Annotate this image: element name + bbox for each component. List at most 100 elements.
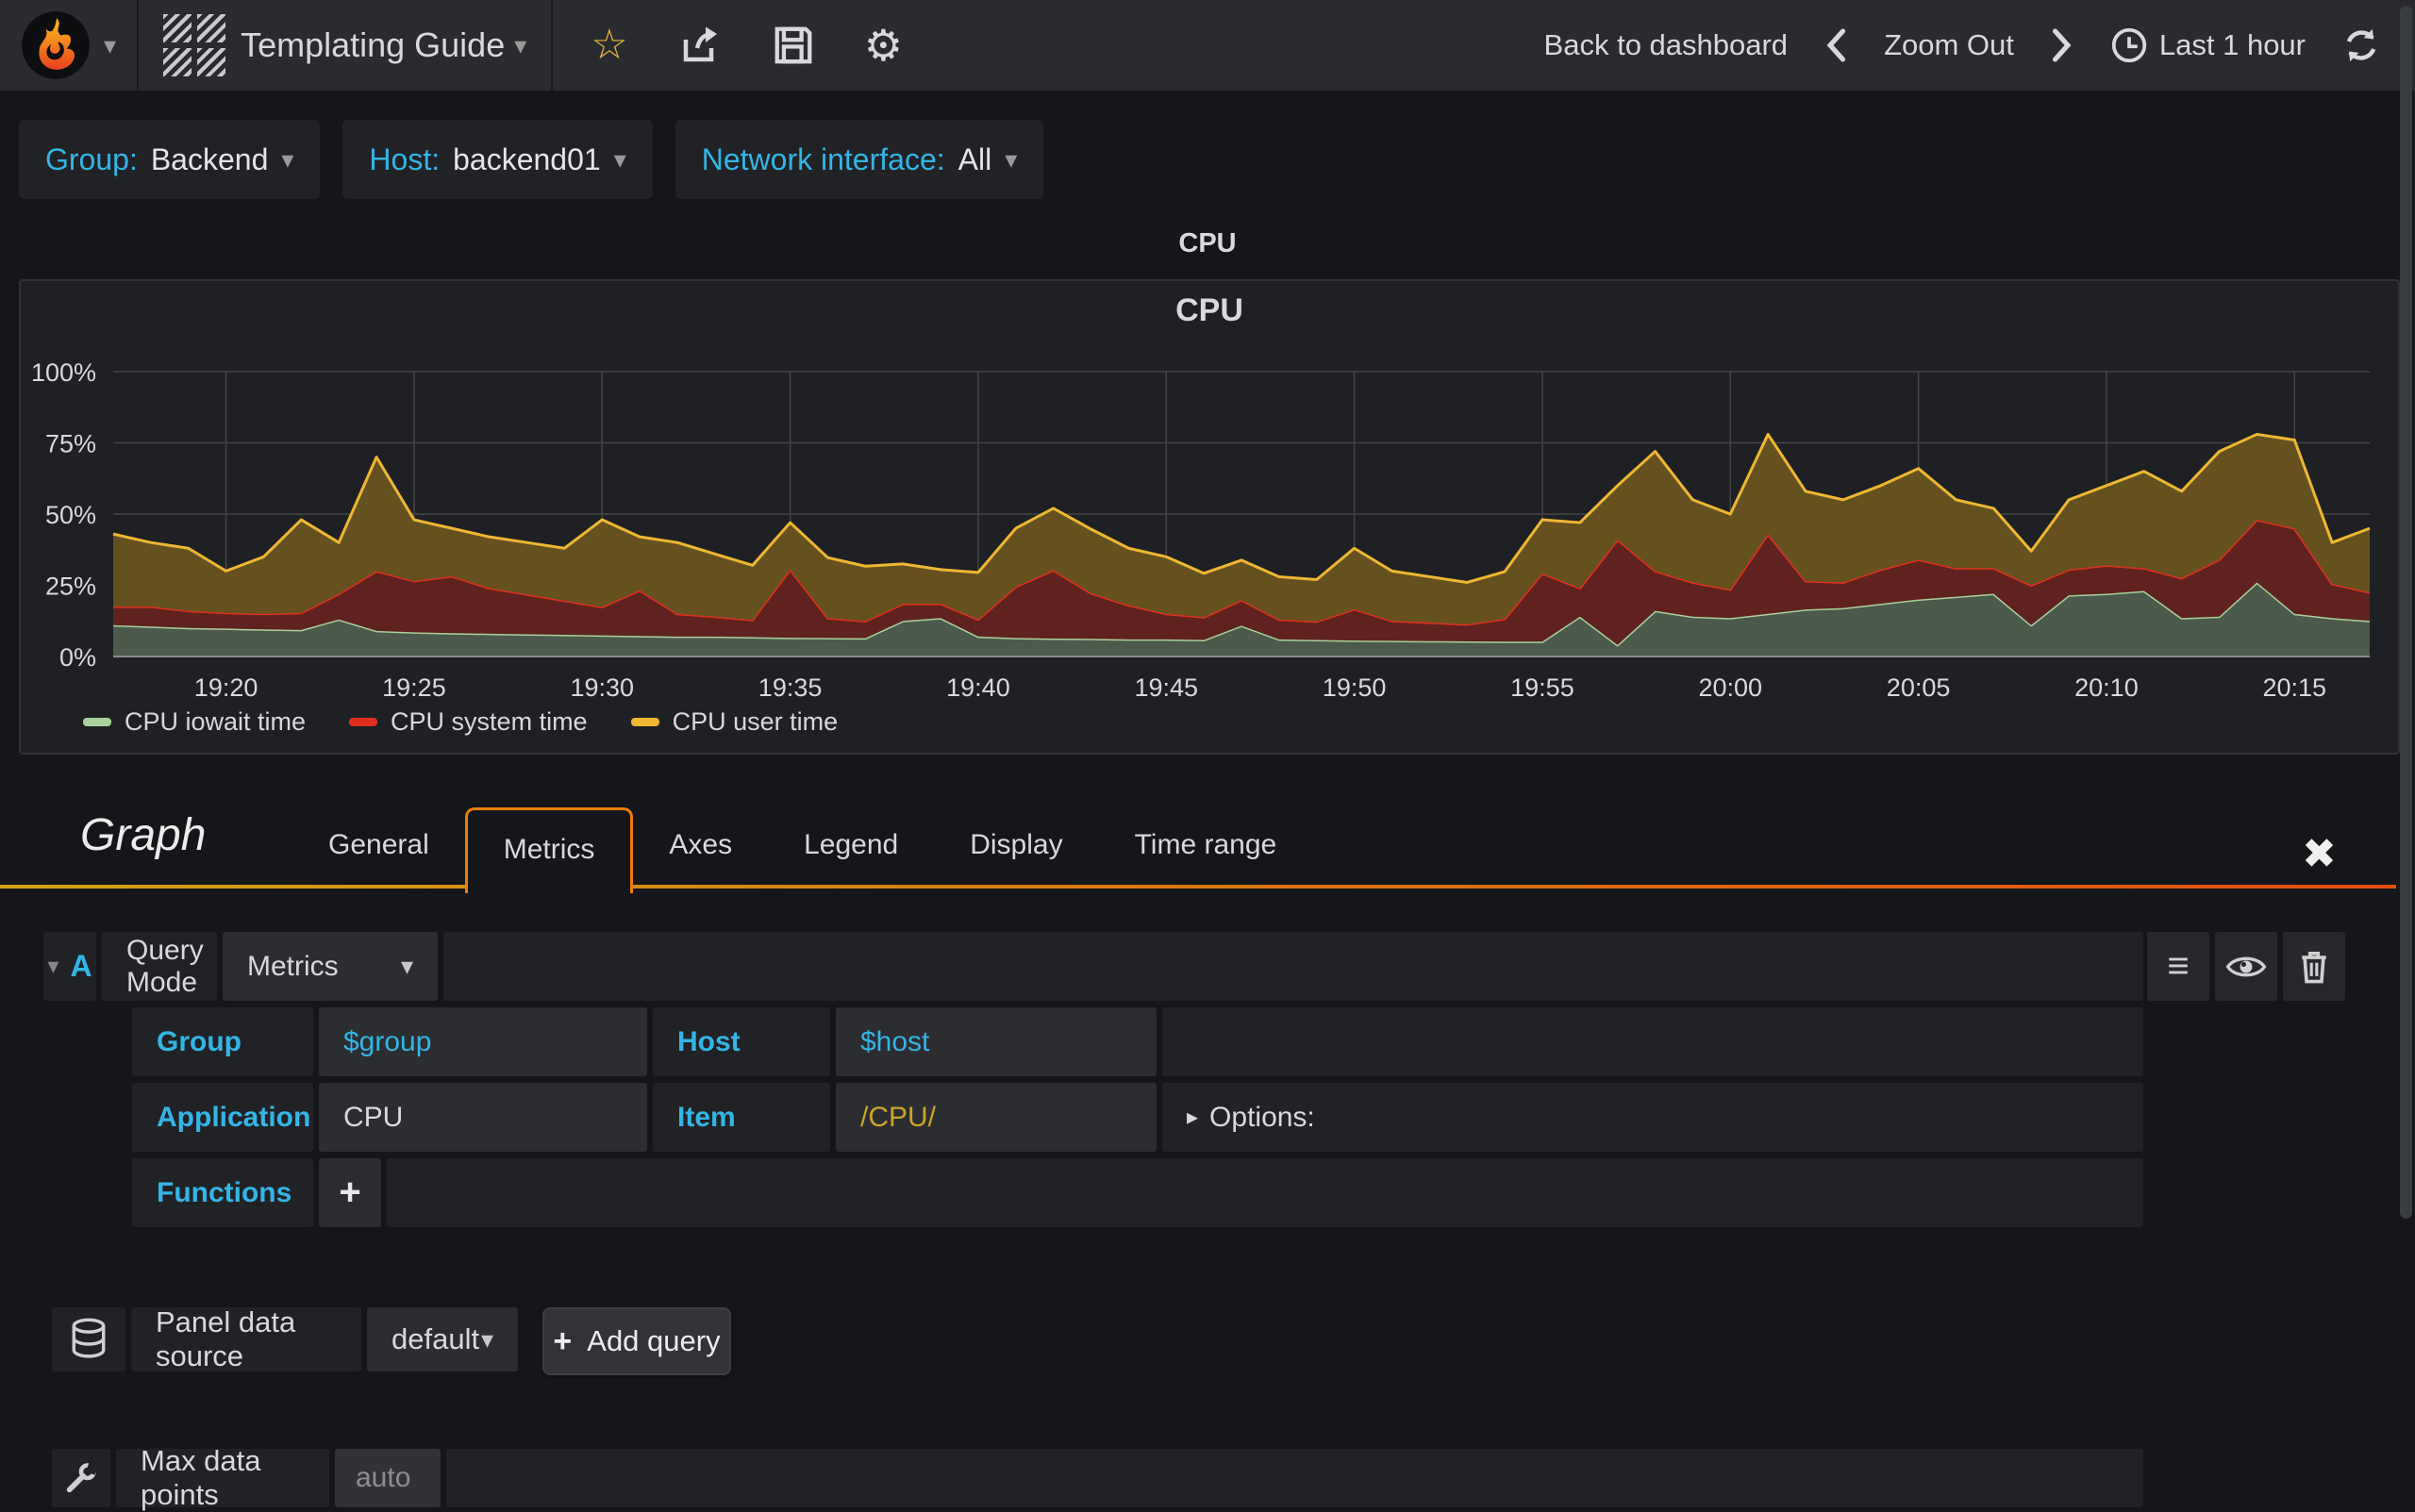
row-filler xyxy=(387,1158,2143,1227)
template-variable-row: Group: Backend ▾ Host: backend01 ▾ Netwo… xyxy=(19,120,1044,199)
editor-tabs: General Metrics Axes Legend Display Time… xyxy=(292,807,1312,893)
add-query-button[interactable]: + Add query xyxy=(542,1307,731,1375)
time-range-label: Last 1 hour xyxy=(2158,28,2306,61)
svg-text:19:50: 19:50 xyxy=(1323,673,1387,702)
share-icon[interactable] xyxy=(677,23,723,68)
template-var-label: Group: xyxy=(45,141,138,176)
zoom-out-button[interactable]: Zoom Out xyxy=(1884,28,2014,62)
time-picker[interactable]: Last 1 hour xyxy=(2110,26,2306,64)
navbar-actions: ☆ ⚙ xyxy=(553,23,941,68)
field-input-host[interactable]: $host xyxy=(836,1007,1157,1076)
tab-axes[interactable]: Axes xyxy=(633,807,768,883)
svg-text:20:10: 20:10 xyxy=(2074,673,2139,702)
field-input-item[interactable]: /CPU/ xyxy=(836,1083,1157,1152)
eye-icon xyxy=(2225,956,2267,976)
collapse-caret-icon: ▾ xyxy=(47,954,59,979)
navbar-right: Back to dashboard Zoom Out Last 1 hour xyxy=(1544,25,2415,65)
svg-text:19:45: 19:45 xyxy=(1134,673,1198,702)
query-menu-button[interactable]: ≡ xyxy=(2147,932,2209,1001)
star-icon[interactable]: ☆ xyxy=(591,25,627,66)
field-label-functions: Functions xyxy=(132,1158,313,1227)
tab-time-range[interactable]: Time range xyxy=(1099,807,1313,883)
panel-header-title[interactable]: CPU xyxy=(0,228,2415,259)
template-var-label: Network interface: xyxy=(701,141,945,176)
svg-text:50%: 50% xyxy=(45,501,96,529)
scrollbar-thumb[interactable] xyxy=(2400,6,2412,1219)
plus-icon: + xyxy=(339,1171,361,1213)
datasource-value: default xyxy=(391,1322,480,1355)
datasource-icon-cell xyxy=(52,1307,125,1371)
legend-swatch xyxy=(630,718,659,726)
caret-down-icon: ▾ xyxy=(613,145,626,174)
field-input-application[interactable]: CPU xyxy=(319,1083,647,1152)
field-label-host: Host xyxy=(653,1007,830,1076)
svg-text:20:00: 20:00 xyxy=(1698,673,1762,702)
cpu-stacked-area-chart[interactable]: 19:20 19:25 19:30 19:35 19:40 19:45 19:50 19:55… xyxy=(21,281,2394,753)
tab-general[interactable]: General xyxy=(292,807,465,883)
caret-down-icon: ▾ xyxy=(480,1324,493,1354)
shift-time-back-icon[interactable] xyxy=(1824,28,1848,62)
options-label: Options: xyxy=(1209,1101,1315,1133)
tab-display[interactable]: Display xyxy=(934,807,1098,883)
svg-text:19:20: 19:20 xyxy=(194,673,258,702)
template-var-group[interactable]: Group: Backend ▾ xyxy=(19,120,321,199)
tab-metrics[interactable]: Metrics xyxy=(464,807,634,893)
legend-label: CPU iowait time xyxy=(125,707,307,736)
tab-legend[interactable]: Legend xyxy=(768,807,934,883)
svg-text:75%: 75% xyxy=(45,430,96,458)
chart-legend: CPU iowait time CPU system time CPU user t… xyxy=(83,707,838,737)
template-var-value: All xyxy=(958,141,992,176)
query-row-filler xyxy=(443,932,2143,1001)
template-var-label: Host: xyxy=(369,141,441,176)
legend-label: CPU system time xyxy=(391,707,588,736)
refresh-icon[interactable] xyxy=(2341,25,2381,65)
legend-item[interactable]: CPU iowait time xyxy=(83,707,306,737)
svg-text:100%: 100% xyxy=(31,358,96,387)
save-icon[interactable] xyxy=(772,24,815,67)
dashboard-title-section[interactable]: Templating Guide ▾ xyxy=(139,0,554,91)
svg-text:19:35: 19:35 xyxy=(758,673,823,702)
svg-text:19:30: 19:30 xyxy=(570,673,634,702)
legend-label: CPU user time xyxy=(672,707,839,736)
query-mode-select[interactable]: Metrics ▾ xyxy=(223,932,438,1001)
query-letter: A xyxy=(70,949,92,983)
row-filler xyxy=(1162,1007,2143,1076)
back-to-dashboard-link[interactable]: Back to dashboard xyxy=(1544,28,1789,62)
options-arrow-icon: ▸ xyxy=(1187,1105,1199,1130)
svg-text:19:55: 19:55 xyxy=(1510,673,1574,702)
shift-time-forward-icon[interactable] xyxy=(2050,28,2074,62)
editor-panel-type-title: Graph xyxy=(80,810,207,860)
options-toggle-cell[interactable]: ▸ Options: xyxy=(1162,1083,2143,1152)
legend-swatch xyxy=(83,718,111,726)
caret-down-icon: ▾ xyxy=(1005,145,1018,174)
legend-item[interactable]: CPU user time xyxy=(630,707,839,737)
legend-swatch xyxy=(349,718,378,726)
datasource-select[interactable]: default ▾ xyxy=(367,1307,518,1371)
svg-text:20:15: 20:15 xyxy=(2262,673,2326,702)
add-function-button[interactable]: + xyxy=(319,1158,381,1227)
legend-item[interactable]: CPU system time xyxy=(349,707,588,737)
navbar: ▾ Templating Guide ▾ ☆ ⚙ Back to dashboa… xyxy=(0,0,2415,91)
query-toggle-visibility-button[interactable] xyxy=(2215,932,2277,1001)
query-mode-value: Metrics xyxy=(247,950,339,982)
database-icon xyxy=(72,1318,106,1358)
max-data-points-input[interactable] xyxy=(335,1449,441,1507)
svg-text:19:25: 19:25 xyxy=(382,673,446,702)
grafana-logo-menu[interactable]: ▾ xyxy=(0,0,140,91)
close-editor-icon[interactable]: ✖ xyxy=(2302,830,2337,878)
svg-text:0%: 0% xyxy=(59,643,96,672)
svg-text:19:40: 19:40 xyxy=(946,673,1010,702)
panel-options-icon-cell xyxy=(52,1449,110,1507)
query-delete-button[interactable] xyxy=(2283,932,2345,1001)
template-var-host[interactable]: Host: backend01 ▾ xyxy=(342,120,653,199)
template-var-network-interface[interactable]: Network interface: All ▾ xyxy=(675,120,1044,199)
hamburger-icon: ≡ xyxy=(2167,945,2190,987)
datasource-label: Panel data source xyxy=(131,1305,361,1372)
add-query-label: Add query xyxy=(587,1324,721,1357)
svg-text:25%: 25% xyxy=(45,573,96,601)
field-input-group[interactable]: $group xyxy=(319,1007,647,1076)
template-var-value: backend01 xyxy=(453,141,601,176)
settings-gear-icon[interactable]: ⚙ xyxy=(864,24,903,67)
query-collapse-toggle[interactable]: ▾ A xyxy=(43,932,96,1001)
field-label-item: Item xyxy=(653,1083,830,1152)
